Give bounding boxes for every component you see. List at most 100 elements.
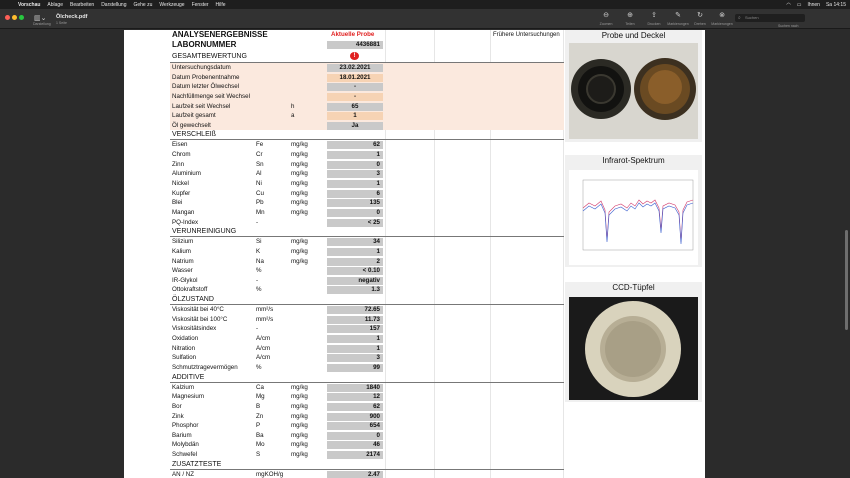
info-label: Datum letzter Ölwechsel [172,83,240,91]
document-viewport[interactable]: ANALYSENERGEBNISSE Aktuelle Probe Früher… [0,30,850,478]
ir-spectrum-panel: Infrarot-Spektrum [565,155,702,267]
minimize-window-button[interactable] [12,15,17,20]
parameter-name: Blei [172,199,183,207]
table-row: AN / NZ mgKOH/g 2.47 [170,470,564,478]
parameter-value: 1.3 [327,286,383,295]
assessment-row: GESAMTBEWERTUNG ! [170,50,564,63]
search-label: Suchen nach [778,24,799,28]
info-row: Laufzeit gesamt a 1 [170,111,564,121]
parameter-symbol: Si [256,238,262,246]
info-row: Untersuchungsdatum 23.02.2021 [170,63,564,73]
zoom-button[interactable]: ⊖ Zoomen [594,12,618,26]
rotate-button[interactable]: ↻ Drehen [688,12,712,26]
print-button[interactable]: ⇪ Drucken [642,12,666,26]
table-row: Natrium Na mg/kg 2 [170,257,564,267]
close-window-button[interactable] [5,15,10,20]
ir-spectrum-chart [569,170,698,265]
info-row: Öl gewechselt Ja [170,120,564,131]
parameter-name: Wasser [172,267,193,275]
parameter-symbol: % [256,363,262,371]
parameter-name: Chrom [172,151,191,159]
ir-spectrum-image [569,170,698,265]
parameter-value: 900 [327,412,383,421]
menu-darstellung[interactable]: Darstellung [101,2,126,8]
info-label: Nachfüllmenge seit Wechsel [172,92,250,100]
parameter-value: < 25 [327,218,383,227]
parameter-unit: mg/kg [291,383,308,391]
parameter-name: Molybdän [172,441,199,449]
parameter-unit: mg/kg [291,402,308,410]
table-row: Bor Bmg/kg 62 [170,402,564,412]
parameter-unit: mg/kg [291,412,308,420]
menu-fenster[interactable]: Fenster [192,2,209,8]
assessment-label: GESAMTBEWERTUNG [172,53,247,60]
parameter-symbol: Mg [256,393,265,401]
parameter-name: Kupfer [172,189,191,197]
parameter-value: 1 [327,335,383,344]
info-label: Untersuchungsdatum [172,64,231,71]
parameter-value: 157 [327,325,383,334]
battery-icon[interactable]: ▭ [797,2,802,8]
parameter-value: 135 [327,199,383,208]
menu-hilfe[interactable]: Hilfe [216,2,226,8]
parameter-unit: mg/kg [291,238,308,246]
info-row: Laufzeit seit Wechsel h 65 [170,101,564,112]
parameter-value: 99 [327,363,383,372]
parameter-symbol: Ni [256,180,262,188]
section-title: ZUSATZTESTE [172,460,222,468]
parameter-symbol: Mn [256,208,265,216]
parameter-value: 0 [327,160,383,169]
share-button[interactable]: ⊕ Teilen [618,12,642,26]
table-row: Sulfation A/cm 3 [170,353,564,363]
wifi-icon[interactable]: ◠ [786,2,790,8]
table-row: Blei Pb mg/kg 135 [170,198,564,208]
parameter-name: Schmutztragevermögen [172,363,238,371]
ccd-spot-panel: CCD-Tüpfel [565,282,702,402]
section-title: VERUNREINIGUNG [172,228,237,236]
table-row: Kalzium Ca mg/kg 1840 [170,383,564,393]
maximize-window-button[interactable] [19,15,24,20]
current-sample-header: Aktuelle Probe [331,31,375,38]
parameter-name: Aluminium [172,170,201,178]
parameter-name: Phosphor [172,422,199,430]
window-toolbar: ▥⌄ Darstellung Ölcheck.pdf 1 Seite ⊖ Zoo… [0,9,850,29]
menu-werkzeuge[interactable]: Werkzeuge [159,2,184,8]
status-user[interactable]: Ihnen [807,2,820,8]
search-icon: ⌕ [738,15,741,21]
search-input[interactable]: ⌕ Suchen [735,14,805,22]
parameter-value: 1840 [327,383,383,392]
parameter-symbol: A/cm [256,335,271,343]
parameter-symbol: Fe [256,141,264,149]
parameter-symbol: mm²/s [256,315,274,323]
sidebar-toggle-icon[interactable]: ▥⌄ [34,14,46,22]
markup-button[interactable]: ⊗ Markierungen [710,12,734,26]
info-value: - [327,83,383,92]
menu-ablage[interactable]: Ablage [47,2,63,8]
info-row: Datum Probenentnahme 18.01.2021 [170,72,564,83]
menu-bearbeiten[interactable]: Bearbeiten [70,2,94,8]
parameter-value: 2174 [327,451,383,460]
clock[interactable]: Sa 14:15 [826,2,846,8]
report-title: ANALYSENERGEBNISSE [172,30,268,39]
parameter-value: 72.65 [327,306,383,315]
parameter-unit: mg/kg [291,208,308,216]
report-header-row: ANALYSENERGEBNISSE Aktuelle Probe Früher… [170,30,564,40]
highlight-button[interactable]: ✎ Markierungen [666,12,690,26]
table-row: Viskosität bei 40°C mm²/s 72.65 [170,305,564,315]
vertical-scrollbar[interactable] [845,230,848,330]
sample-photo-title: Probe und Deckel [601,31,666,40]
parameter-name: AN / NZ [172,470,195,478]
zoom-out-icon: ⊖ [603,12,609,19]
ir-spectrum-title: Infrarot-Spektrum [602,156,665,165]
parameter-symbol: % [256,286,262,294]
parameter-unit: mg/kg [291,151,308,159]
table-row: Wasser% < 0.10 [170,266,564,276]
info-value: 1 [327,112,383,121]
table-row: Molybdän Mo mg/kg 46 [170,440,564,450]
menu-app[interactable]: Vorschau [18,2,40,8]
parameter-symbol: - [256,218,259,226]
section-title: VERSCHLEIß [172,131,216,139]
menu-gehe-zu[interactable]: Gehe zu [133,2,152,8]
parameter-unit: mg/kg [291,441,308,449]
parameter-unit: mg/kg [291,393,308,401]
